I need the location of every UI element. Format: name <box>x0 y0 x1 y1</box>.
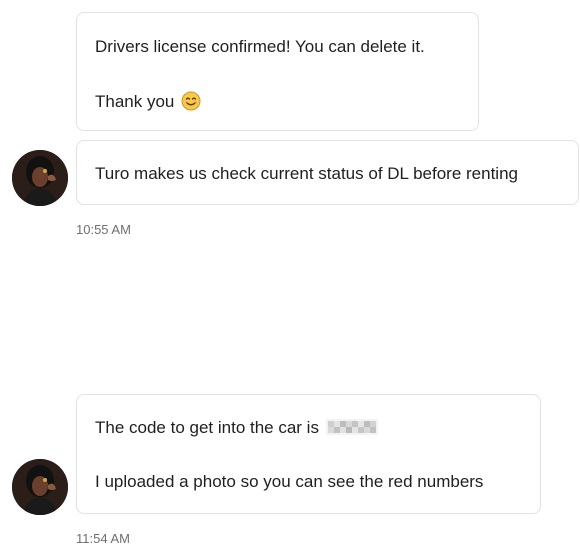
user-photo-icon <box>12 459 68 515</box>
thank-you-text: Thank you <box>95 92 175 111</box>
avatar[interactable] <box>12 150 68 206</box>
message-text-thank-you: Thank you <box>95 91 201 112</box>
user-photo-icon <box>12 150 68 206</box>
smiling-face-emoji-icon <box>181 91 201 111</box>
message-text-code: The code to get into the car is <box>95 418 378 438</box>
message-timestamp: 10:55 AM <box>76 222 131 237</box>
message-timestamp: 11:54 AM <box>76 531 130 546</box>
message-text: I uploaded a photo so you can see the re… <box>95 472 484 491</box>
message-bubble-dl-check: Turo makes us check current status of DL… <box>76 140 579 205</box>
code-text: The code to get into the car is <box>95 418 319 437</box>
message-bubble-license-confirmed: Drivers license confirmed! You can delet… <box>76 12 479 131</box>
pixelated-redaction-icon <box>325 419 378 435</box>
message-text: Turo makes us check current status of DL… <box>95 164 518 183</box>
avatar[interactable] <box>12 459 68 515</box>
message-text: Drivers license confirmed! You can delet… <box>95 37 425 56</box>
message-bubble-car-code: The code to get into the car is I upload… <box>76 394 541 514</box>
